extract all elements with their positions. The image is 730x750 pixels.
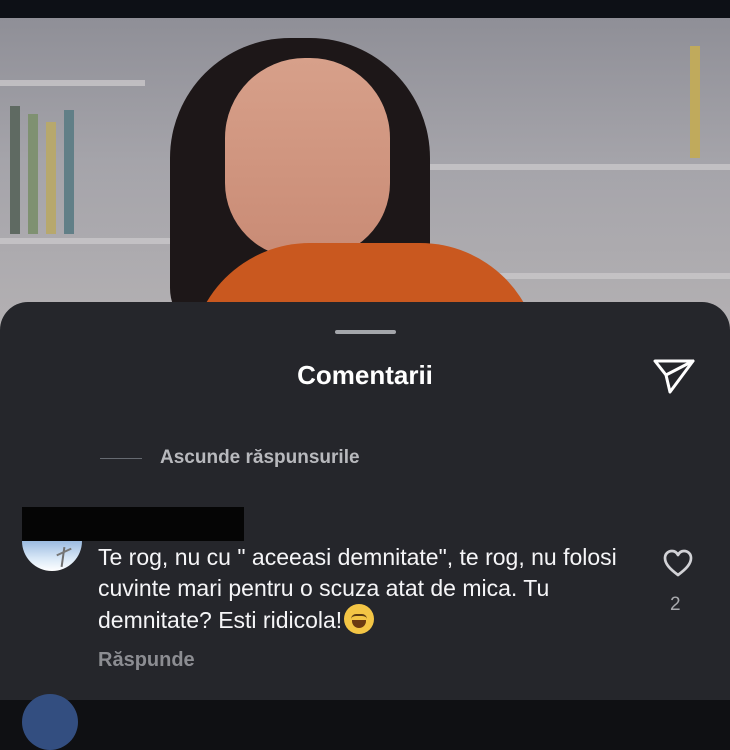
hide-replies-button[interactable]: Ascunde răspunsurile	[100, 447, 360, 469]
background-shelf	[0, 80, 145, 86]
sheet-grabber[interactable]	[335, 330, 396, 334]
background-book	[64, 110, 74, 234]
background-book	[10, 106, 20, 234]
video-background	[0, 18, 730, 338]
background-shelf	[0, 238, 180, 244]
person-face	[225, 58, 390, 258]
avatar[interactable]	[22, 541, 82, 571]
like-count: 2	[670, 594, 681, 615]
avatar[interactable]	[22, 694, 78, 750]
comments-sheet: Comentarii Ascunde răspunsurile Te rog, …	[0, 302, 730, 750]
background-book	[690, 46, 700, 158]
comment-text: Te rog, nu cu " aceeasi demnitate", te r…	[98, 542, 618, 636]
reply-button[interactable]: Răspunde	[98, 649, 195, 672]
replies-line	[100, 457, 142, 459]
send-icon[interactable]	[652, 356, 696, 396]
background-shelf	[430, 164, 730, 170]
background-book	[46, 122, 56, 234]
status-bar-area	[0, 0, 730, 18]
hide-replies-label: Ascunde răspunsurile	[160, 447, 360, 468]
laughing-with-tears-icon	[344, 604, 375, 634]
background-book	[28, 114, 38, 234]
comments-title: Comentarii	[297, 360, 433, 390]
redacted-username	[22, 507, 244, 541]
heart-icon[interactable]	[662, 548, 694, 578]
